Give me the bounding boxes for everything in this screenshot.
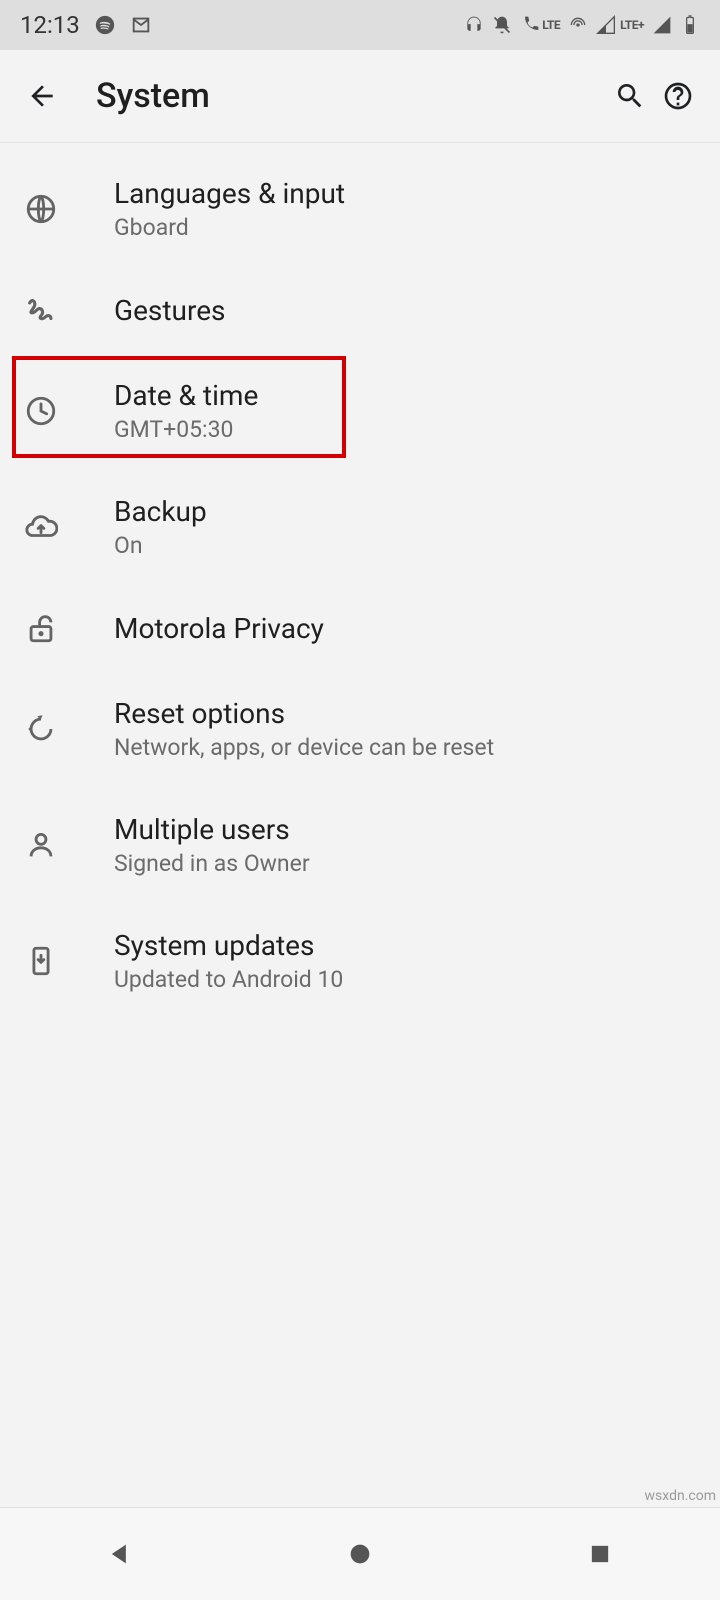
lte-label: LTE	[542, 18, 560, 32]
setting-reset-options[interactable]: Reset options Network, apps, or device c…	[0, 671, 720, 787]
setting-title: Motorola Privacy	[114, 612, 324, 645]
nav-recent-button[interactable]	[555, 1524, 645, 1584]
setting-languages-input[interactable]: Languages & input Gboard	[0, 151, 720, 267]
help-icon	[662, 80, 694, 112]
setting-motorola-privacy[interactable]: Motorola Privacy	[0, 585, 720, 671]
setting-title: Languages & input	[114, 177, 345, 210]
setting-multiple-users[interactable]: Multiple users Signed in as Owner	[0, 787, 720, 903]
phone-download-icon	[24, 944, 58, 978]
navigation-bar	[0, 1507, 720, 1600]
setting-system-updates[interactable]: System updates Updated to Android 10	[0, 903, 720, 1019]
status-bar: 12:13 LTE LTE+	[0, 0, 720, 50]
setting-subtitle: Updated to Android 10	[114, 966, 343, 993]
signal-1-icon	[596, 15, 616, 35]
signal-2-icon	[652, 15, 672, 35]
setting-gestures[interactable]: Gestures	[0, 267, 720, 353]
battery-icon	[680, 15, 700, 35]
search-button[interactable]	[606, 72, 654, 120]
page-title: System	[96, 76, 606, 116]
setting-subtitle: Signed in as Owner	[114, 850, 310, 877]
setting-title: Multiple users	[114, 813, 310, 846]
bell-off-icon	[492, 15, 512, 35]
status-time: 12:13	[20, 11, 80, 39]
setting-subtitle: GMT+05:30	[114, 416, 258, 443]
settings-list: Languages & input Gboard Gestures Date &…	[0, 143, 720, 1019]
setting-title: Date & time	[114, 379, 258, 412]
search-icon	[614, 80, 646, 112]
spotify-icon	[94, 14, 116, 36]
setting-backup[interactable]: Backup On	[0, 469, 720, 585]
setting-title: Gestures	[114, 294, 226, 327]
status-left: 12:13	[20, 11, 152, 39]
setting-title: System updates	[114, 929, 343, 962]
watermark: wsxdn.com	[645, 1488, 716, 1504]
cloud-upload-icon	[24, 510, 58, 544]
nav-home-icon	[346, 1540, 374, 1568]
hotspot-icon	[568, 15, 588, 35]
volte-icon	[520, 15, 540, 35]
reset-icon	[24, 712, 58, 746]
setting-title: Reset options	[114, 697, 494, 730]
setting-subtitle: Gboard	[114, 214, 345, 241]
setting-subtitle: On	[114, 532, 207, 559]
status-right: LTE LTE+	[464, 15, 700, 35]
clock-icon	[24, 394, 58, 428]
app-bar: System	[0, 50, 720, 143]
lock-open-icon	[24, 611, 58, 645]
nav-back-button[interactable]	[75, 1524, 165, 1584]
setting-title: Backup	[114, 495, 207, 528]
setting-date-time[interactable]: Date & time GMT+05:30	[0, 353, 720, 469]
back-button[interactable]	[18, 72, 66, 120]
nav-recent-icon	[586, 1540, 614, 1568]
help-button[interactable]	[654, 72, 702, 120]
setting-subtitle: Network, apps, or device can be reset	[114, 734, 494, 761]
globe-icon	[24, 192, 58, 226]
gmail-icon	[130, 14, 152, 36]
nav-back-icon	[106, 1540, 134, 1568]
back-arrow-icon	[26, 80, 58, 112]
person-icon	[24, 828, 58, 862]
gesture-icon	[24, 293, 58, 327]
lte2-label: LTE+	[620, 18, 644, 32]
headset-icon	[464, 15, 484, 35]
nav-home-button[interactable]	[315, 1524, 405, 1584]
